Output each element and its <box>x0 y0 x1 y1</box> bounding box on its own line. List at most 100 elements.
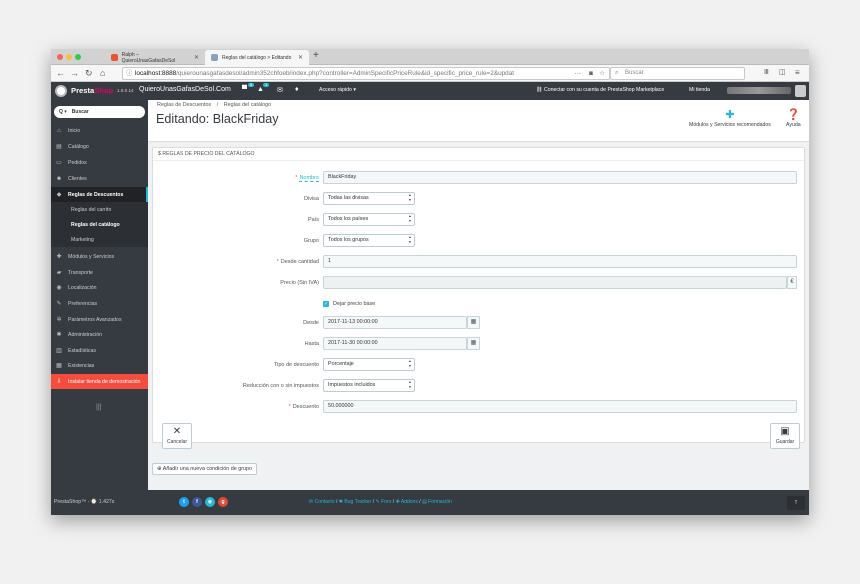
sidebar-item-reglas-descuentos[interactable]: ◆ Reglas de Descuentos <box>51 187 148 202</box>
keep-price-checkbox[interactable]: ✓ <box>323 301 329 307</box>
browser-search-input[interactable]: ⌕ Buscar <box>610 67 745 80</box>
tax-select[interactable]: Impuestos incluidos <box>323 379 415 392</box>
modules-button[interactable]: ✚ Módulos y Servicios recomendados <box>689 108 771 128</box>
discount-label: * Descuento <box>288 404 319 410</box>
admin-footer: PrestaShop™ - ⌚ 1.427s t f ◉ g ✉ Contact… <box>51 490 809 515</box>
sidebar-item-transporte[interactable]: ▰ Transporte <box>51 265 148 280</box>
addons-link[interactable]: ✚ Addons <box>396 499 418 505</box>
minimize-window-icon[interactable] <box>66 54 72 60</box>
bug-tracker-link[interactable]: ✱ Bug Tracker <box>339 499 372 505</box>
pocket-icon[interactable]: ◙ <box>589 68 593 79</box>
avatar[interactable] <box>795 85 806 97</box>
discount-type-select[interactable]: Porcentaje <box>323 358 415 371</box>
forward-icon[interactable]: → <box>70 67 79 79</box>
sidebar-subitem-marketing[interactable]: Marketing <box>51 232 148 247</box>
sidebar-subitem-reglas-carrito[interactable]: Reglas del carrito <box>51 202 148 217</box>
close-tab-icon[interactable]: ✕ <box>194 54 199 61</box>
maximize-window-icon[interactable] <box>75 54 81 60</box>
group-select[interactable]: Todos los grupos <box>323 234 415 247</box>
github-icon[interactable]: ◉ <box>205 497 215 507</box>
from-date-input[interactable]: 2017-11-13 00:00:00 <box>323 316 467 329</box>
back-icon[interactable]: ← <box>56 67 65 79</box>
group-label: Grupo <box>303 238 319 244</box>
to-date-input[interactable]: 2017-11-30 00:00:00 <box>323 337 467 350</box>
shop-name-link[interactable]: QuieroUnasGafasDeSol.Com <box>139 86 231 93</box>
my-store-link[interactable]: Mi tienda <box>689 87 710 93</box>
page-actions-icon[interactable]: ··· <box>571 68 581 79</box>
from-date-row: Desde 2017-11-13 00:00:00 ▦ <box>153 316 804 330</box>
sidebar-item-pedidos[interactable]: ▭ Pedidos <box>51 155 148 170</box>
currency-select[interactable]: Todas las divisas <box>323 192 415 205</box>
group-row: Grupo Todos los grupos <box>153 234 804 248</box>
country-select[interactable]: Todos los países <box>323 213 415 226</box>
browser-tab-ralph[interactable]: Ralph – QuieroUnasGafasDeSol ✕ <box>105 50 205 65</box>
new-tab-icon[interactable]: + <box>313 50 319 61</box>
price-rule-panel: $ REGLAS DE PRECIO DEL CATÁLOGO * Nombre … <box>152 147 805 449</box>
browser-window: Ralph – QuieroUnasGafasDeSol ✕ Reglas de… <box>51 49 809 515</box>
bookmark-star-icon[interactable]: ☆ <box>599 68 605 79</box>
sidebar-item-parametros[interactable]: ✲ Parámetros Avanzados <box>51 312 148 327</box>
breadcrumb: Reglas de Descuentos / Reglas del catálo… <box>157 102 272 108</box>
close-window-icon[interactable] <box>57 54 63 60</box>
sidebar-item-clientes[interactable]: ☻ Clientes <box>51 171 148 186</box>
quick-access-menu[interactable]: Acceso rápido ▾ <box>319 87 356 93</box>
sidebar-item-demo[interactable]: ⇩ Instalar tienda de demostración <box>51 374 148 389</box>
facebook-icon[interactable]: f <box>192 497 202 507</box>
link-icon: ⛓ <box>536 87 545 93</box>
name-input[interactable]: BlackFriday <box>323 171 797 184</box>
help-button[interactable]: ❓ Ayuda <box>786 108 801 128</box>
tax-label: Reducción con o sin impuestos <box>242 383 319 389</box>
menu-icon[interactable]: ≡ <box>795 67 800 79</box>
marketplace-link[interactable]: ⛓ Conectar con su cuenta de PrestaShop M… <box>536 87 664 93</box>
sidebar-item-existencias[interactable]: ▦ Existencias <box>51 358 148 373</box>
from-quantity-row: * Desde cantidad 1 <box>153 255 804 269</box>
from-date-label: Desde <box>303 320 319 326</box>
sidebar-item-modulos[interactable]: ✚ Módulos y Servicios <box>51 249 148 264</box>
prestashop-logo[interactable] <box>55 85 67 97</box>
sidebar-search-input[interactable]: Q ▾ Buscar <box>54 106 145 118</box>
forum-link[interactable]: ✎ Foro <box>376 499 392 505</box>
cart-icon[interactable]: ▀ <box>242 86 247 93</box>
twitter-icon[interactable]: t <box>179 497 189 507</box>
library-icon[interactable]: Ⅲ <box>764 67 769 79</box>
keep-price-label[interactable]: Dejar precio base <box>333 297 375 311</box>
sidebar-item-localizacion[interactable]: ◉ Localización <box>51 280 148 295</box>
breadcrumb-current[interactable]: Reglas del catálogo <box>224 102 271 108</box>
url-bar[interactable]: ⓘ localhost:8888/quierounasgafasdesol/ad… <box>122 67 610 80</box>
reload-icon[interactable]: ↻ <box>85 67 93 79</box>
discount-type-row: Tipo de descuento Porcentaje <box>153 358 804 372</box>
google-plus-icon[interactable]: g <box>218 497 228 507</box>
sidebar-item-administracion[interactable]: ✱ Administración <box>51 327 148 342</box>
version-label: 1.6.0.14 <box>117 88 134 93</box>
calendar-icon[interactable]: ▦ <box>467 337 480 350</box>
sidebar-toggle-icon[interactable]: ◫ <box>779 67 786 79</box>
trophy-icon[interactable]: ♦ <box>295 86 299 93</box>
home-icon[interactable]: ⌂ <box>100 67 105 79</box>
question-icon: ❓ <box>786 109 801 121</box>
price-input[interactable] <box>323 276 787 289</box>
envelope-icon[interactable]: ✉ <box>277 86 283 94</box>
save-button[interactable]: ▣ Guardar <box>770 423 800 449</box>
sidebar-item-estadisticas[interactable]: ▥ Estadísticas <box>51 343 148 358</box>
employee-name-blurred[interactable] <box>727 87 791 94</box>
sidebar-item-preferencias[interactable]: ✎ Preferencias <box>51 296 148 311</box>
browser-tab-reglas[interactable]: Reglas del catálogo > Editando ✕ <box>205 50 309 65</box>
close-tab-icon[interactable]: ✕ <box>298 54 303 61</box>
from-quantity-input[interactable]: 1 <box>323 255 797 268</box>
breadcrumb-parent[interactable]: Reglas de Descuentos <box>157 102 211 108</box>
training-link[interactable]: ▤ Formación <box>422 499 452 505</box>
scroll-top-button[interactable]: ↑ <box>787 496 805 510</box>
discount-input[interactable]: 50.000000 <box>323 400 797 413</box>
search-icon[interactable]: Q ▾ <box>59 109 67 115</box>
tab-label: Reglas del catálogo > Editando <box>222 54 292 61</box>
credit-card-icon: ▭ <box>56 160 62 166</box>
sidebar-item-inicio[interactable]: ⌂ Inicio <box>51 123 148 138</box>
sidebar-subitem-reglas-catalogo[interactable]: Reglas del catálogo <box>51 217 148 232</box>
contact-link[interactable]: ✉ Contacto <box>309 499 335 505</box>
user-icon[interactable]: ▲ <box>257 86 264 93</box>
add-condition-group-button[interactable]: ⊕ Añadir una nueva condición de grupo <box>152 463 258 475</box>
cancel-button[interactable]: ✕ Cancelar <box>162 423 192 449</box>
sidebar-item-catalogo[interactable]: ▤ Catálogo <box>51 139 148 154</box>
calendar-icon[interactable]: ▦ <box>467 316 480 329</box>
collapse-menu-icon[interactable]: ||| <box>96 404 101 411</box>
